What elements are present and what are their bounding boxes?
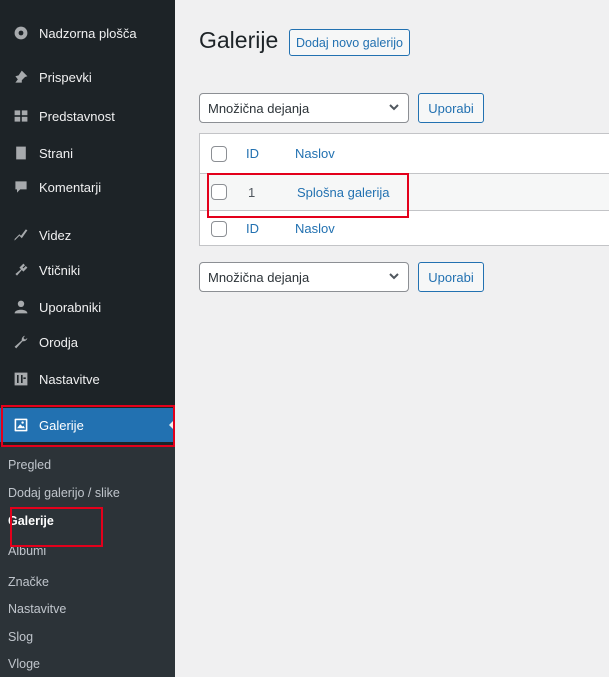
appearance-icon xyxy=(11,225,31,245)
sidebar-item-galleries[interactable]: Galerije xyxy=(0,408,175,442)
users-icon xyxy=(11,297,31,317)
table-footer-row: ID Naslov xyxy=(200,210,609,246)
apply-button-bottom[interactable]: Uporabi xyxy=(418,262,484,292)
sidebar-item-tools[interactable]: Orodja xyxy=(0,325,175,359)
gallery-icon xyxy=(11,415,31,435)
sidebar-item-label: Videz xyxy=(39,227,72,243)
sidebar-item-appearance[interactable]: Videz xyxy=(0,218,175,252)
sidebar-item-users[interactable]: Uporabniki xyxy=(0,290,175,324)
pin-icon xyxy=(11,67,31,87)
add-new-gallery-button[interactable]: Dodaj novo galerijo xyxy=(289,29,411,56)
sidebar-item-label: Nadzorna plošča xyxy=(39,25,137,41)
page-icon xyxy=(11,143,31,163)
table-row: 1 Splošna galerija xyxy=(200,174,609,210)
sidebar-item-label: Predstavnost xyxy=(39,108,115,124)
apply-button-top[interactable]: Uporabi xyxy=(418,93,484,123)
admin-sidebar: Nadzorna plošča Prispevki Predstavnost S… xyxy=(0,0,175,677)
column-header-title[interactable]: Naslov xyxy=(295,146,335,161)
submenu-item-overview[interactable]: Pregled xyxy=(8,453,51,477)
chevron-down-icon xyxy=(388,270,400,285)
sidebar-item-label: Prispevki xyxy=(39,69,92,85)
sidebar-item-label: Komentarji xyxy=(39,179,102,195)
sidebar-item-label: Vtičniki xyxy=(39,262,81,278)
row-checkbox[interactable] xyxy=(211,184,227,200)
column-footer-id[interactable]: ID xyxy=(246,221,259,236)
sidebar-item-label: Nastavitve xyxy=(39,371,100,387)
sidebar-item-settings[interactable]: Nastavitve xyxy=(0,362,175,396)
sidebar-item-comments[interactable]: Komentarji xyxy=(0,170,175,204)
sidebar-item-posts[interactable]: Prispevki xyxy=(0,60,175,94)
sidebar-item-label: Galerije xyxy=(39,417,84,433)
wrench-icon xyxy=(11,332,31,352)
sidebar-item-label: Uporabniki xyxy=(39,299,102,315)
dashboard-icon xyxy=(11,23,31,43)
submenu-item-galleries[interactable]: Galerije xyxy=(8,509,54,533)
submenu-item-settings[interactable]: Nastavitve xyxy=(8,597,66,621)
sidebar-item-plugins[interactable]: Vtičniki xyxy=(0,253,175,287)
submenu-item-tags[interactable]: Značke xyxy=(8,570,49,594)
main-content: Galerije Dodaj novo galerijo Množična de… xyxy=(175,0,609,677)
select-all-checkbox[interactable] xyxy=(211,145,227,162)
settings-icon xyxy=(11,369,31,389)
row-id: 1 xyxy=(248,184,256,200)
sidebar-item-pages[interactable]: Strani xyxy=(0,136,175,170)
submenu-item-add-gallery[interactable]: Dodaj galerijo / slike xyxy=(8,481,120,505)
sidebar-item-label: Orodja xyxy=(39,334,79,350)
select-all-checkbox-footer[interactable] xyxy=(211,220,227,237)
galleries-table: ID Naslov 1 Splošna galerija ID Naslov xyxy=(199,133,609,246)
sidebar-item-dashboard[interactable]: Nadzorna plošča xyxy=(0,16,175,50)
chevron-down-icon xyxy=(388,101,400,116)
table-header-row: ID Naslov xyxy=(200,134,609,174)
bulk-actions-value: Množična dejanja xyxy=(208,269,310,285)
submenu-item-roles[interactable]: Vloge xyxy=(8,652,40,676)
plugin-icon xyxy=(11,260,31,280)
bulk-actions-select-top[interactable]: Množična dejanja xyxy=(199,93,409,123)
column-footer-title[interactable]: Naslov xyxy=(295,221,335,236)
sidebar-item-label: Strani xyxy=(39,145,73,161)
sidebar-item-media[interactable]: Predstavnost xyxy=(0,99,175,133)
galleries-submenu: Pregled Dodaj galerijo / slike Galerije … xyxy=(0,447,175,677)
submenu-item-style[interactable]: Slog xyxy=(8,625,33,649)
page-title: Galerije xyxy=(199,27,279,53)
submenu-item-albums[interactable]: Albumi xyxy=(8,539,46,563)
comment-icon xyxy=(11,177,31,197)
media-icon xyxy=(11,106,31,126)
column-header-id[interactable]: ID xyxy=(246,146,259,161)
bulk-actions-value: Množična dejanja xyxy=(208,100,310,116)
bulk-actions-select-bottom[interactable]: Množična dejanja xyxy=(199,262,409,292)
gallery-title-link[interactable]: Splošna galerija xyxy=(297,185,390,200)
